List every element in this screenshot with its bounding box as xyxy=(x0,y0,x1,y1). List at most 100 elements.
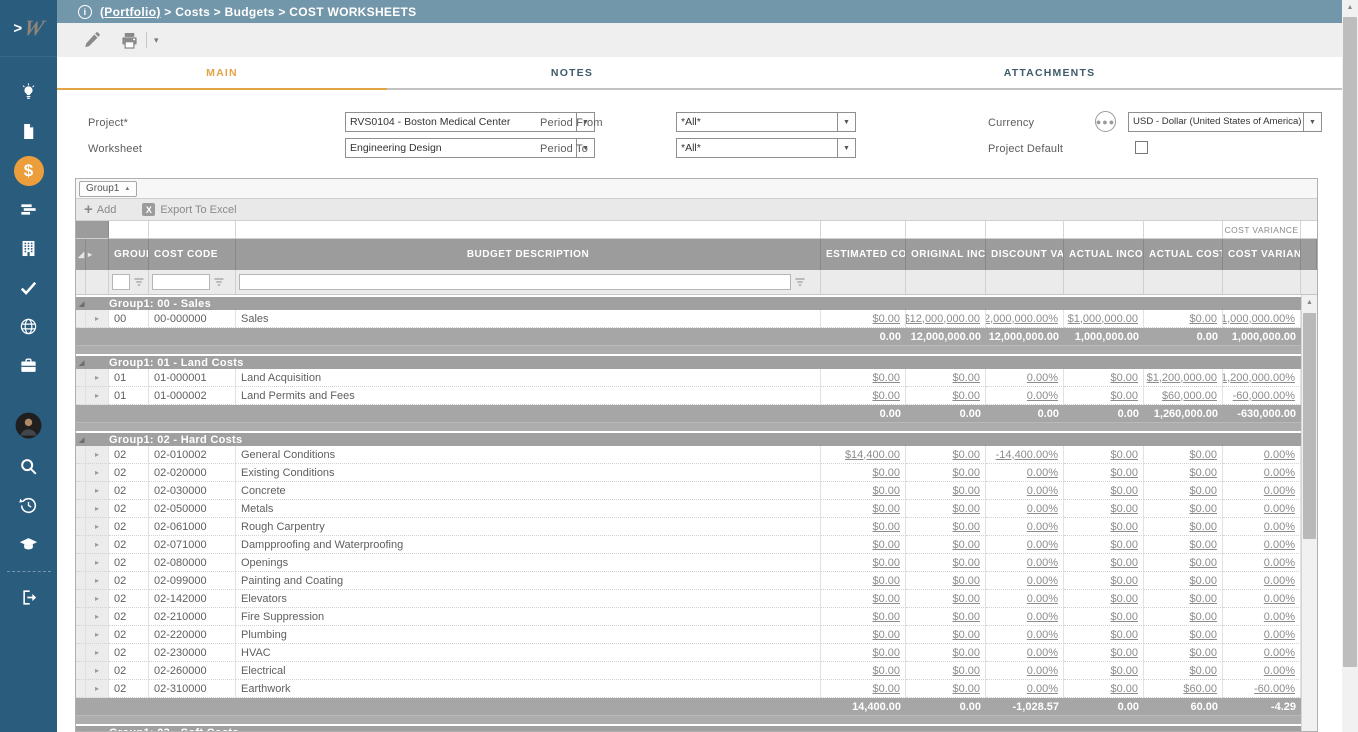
value-link[interactable]: 0.00% xyxy=(1027,503,1058,515)
sidebar-item-avatar[interactable] xyxy=(0,403,57,447)
period-from-select[interactable]: *All* ▼ xyxy=(676,112,856,132)
sidebar-item-checkmark[interactable] xyxy=(0,268,57,307)
value-link[interactable]: $0.00 xyxy=(872,521,900,533)
sidebar-item-globe[interactable] xyxy=(0,307,57,346)
column-header-actual-costs[interactable]: ACTUAL COSTS xyxy=(1144,239,1223,270)
value-link[interactable]: 0.00% xyxy=(1264,575,1295,587)
value-link[interactable]: 1,000,000.00% xyxy=(1223,313,1295,325)
value-link[interactable]: $14,400.00 xyxy=(845,449,900,461)
sidebar-item-history[interactable] xyxy=(0,486,57,525)
value-link[interactable]: 0.00% xyxy=(1027,390,1058,402)
column-header-estimated-cos[interactable]: ESTIMATED COS xyxy=(821,239,906,270)
grid-scrollbar-thumb[interactable] xyxy=(1303,313,1316,539)
scroll-up-icon[interactable]: ▲ xyxy=(1302,295,1317,310)
expand-row-icon[interactable]: ▸ xyxy=(86,644,109,662)
value-link[interactable]: 0.00% xyxy=(1027,521,1058,533)
grid-vertical-scrollbar[interactable]: ▲ xyxy=(1301,295,1317,731)
value-link[interactable]: 0.00% xyxy=(1264,647,1295,659)
value-link[interactable]: $0.00 xyxy=(1110,575,1138,587)
group-header-row[interactable]: ◢Group1: 00 - Sales xyxy=(76,295,1301,310)
edit-pencil-icon[interactable] xyxy=(83,31,102,50)
add-button[interactable]: + Add xyxy=(84,202,116,217)
sidebar-item-search[interactable] xyxy=(0,447,57,486)
value-link[interactable]: 0.00% xyxy=(1264,449,1295,461)
export-to-excel-button[interactable]: X Export To Excel xyxy=(142,203,236,216)
value-link[interactable]: 0.00% xyxy=(1264,503,1295,515)
value-link[interactable]: $0.00 xyxy=(1189,575,1217,587)
value-link[interactable]: $0.00 xyxy=(952,467,980,479)
value-link[interactable]: $0.00 xyxy=(872,665,900,677)
expand-row-icon[interactable]: ▸ xyxy=(86,500,109,518)
value-link[interactable]: 0.00% xyxy=(1027,467,1058,479)
value-link[interactable]: $0.00 xyxy=(1110,390,1138,402)
value-link[interactable]: $0.00 xyxy=(1110,647,1138,659)
value-link[interactable]: 0.00% xyxy=(1264,485,1295,497)
value-link[interactable]: 0.00% xyxy=(1027,683,1058,695)
group-filter-input[interactable] xyxy=(112,274,130,290)
tab-main[interactable]: MAIN xyxy=(57,57,387,88)
value-link[interactable]: $0.00 xyxy=(952,557,980,569)
value-link[interactable]: $0.00 xyxy=(1110,629,1138,641)
column-header-actual-incom[interactable]: ACTUAL INCOM xyxy=(1064,239,1144,270)
value-link[interactable]: $0.00 xyxy=(952,611,980,623)
value-link[interactable]: 0.00% xyxy=(1027,665,1058,677)
value-link[interactable]: $0.00 xyxy=(1189,467,1217,479)
column-header-cost-variance[interactable]: COST VARIANCE xyxy=(1223,239,1301,270)
collapse-group-icon[interactable]: ◢ xyxy=(76,300,109,308)
value-link[interactable]: $0.00 xyxy=(872,539,900,551)
description-filter-input[interactable] xyxy=(239,274,791,290)
expand-row-icon[interactable]: ▸ xyxy=(86,369,109,387)
expand-row-icon[interactable]: ▸ xyxy=(86,518,109,536)
group-header-row[interactable]: ◢Group1: 03 - Soft Costs xyxy=(76,724,1301,732)
tab-attachments[interactable]: ATTACHMENTS xyxy=(757,57,1342,88)
value-link[interactable]: $60.00 xyxy=(1183,683,1217,695)
value-link[interactable]: $0.00 xyxy=(872,683,900,695)
print-options-caret-icon[interactable]: ▾ xyxy=(151,32,162,49)
currency-options-icon[interactable]: ●●● xyxy=(1095,111,1116,132)
value-link[interactable]: $0.00 xyxy=(1110,485,1138,497)
column-header-group[interactable]: GROUP xyxy=(109,239,149,270)
value-link[interactable]: 12,000,000.00% xyxy=(986,313,1058,325)
value-link[interactable]: $0.00 xyxy=(1189,485,1217,497)
value-link[interactable]: 0.00% xyxy=(1264,557,1295,569)
value-link[interactable]: $1,200,000.00 xyxy=(1147,372,1217,384)
chevron-down-icon[interactable]: ▼ xyxy=(1303,113,1321,131)
value-link[interactable]: $0.00 xyxy=(872,372,900,384)
info-icon[interactable]: i xyxy=(78,5,92,19)
column-header-cost-code[interactable]: COST CODE xyxy=(149,239,236,270)
collapse-all-icon[interactable]: ◢ xyxy=(76,239,86,270)
value-link[interactable]: $0.00 xyxy=(1110,539,1138,551)
value-link[interactable]: 0.00% xyxy=(1027,539,1058,551)
expand-row-icon[interactable]: ▸ xyxy=(86,387,109,405)
value-link[interactable]: $0.00 xyxy=(872,503,900,515)
sidebar-item-document[interactable] xyxy=(0,112,57,151)
value-link[interactable]: $0.00 xyxy=(1110,683,1138,695)
value-link[interactable]: $0.00 xyxy=(1110,665,1138,677)
value-link[interactable]: $0.00 xyxy=(872,485,900,497)
value-link[interactable]: $0.00 xyxy=(1189,521,1217,533)
value-link[interactable]: 0.00% xyxy=(1264,611,1295,623)
value-link[interactable]: $0.00 xyxy=(952,372,980,384)
value-link[interactable]: 0.00% xyxy=(1264,593,1295,605)
value-link[interactable]: $0.00 xyxy=(952,665,980,677)
sidebar-item-lightbulb[interactable] xyxy=(0,73,57,112)
breadcrumb-portfolio-link[interactable]: (Portfolio) xyxy=(100,5,161,19)
value-link[interactable]: 0.00% xyxy=(1264,521,1295,533)
value-link[interactable]: -1,200,000.00% xyxy=(1223,372,1295,384)
value-link[interactable]: $0.00 xyxy=(872,575,900,587)
value-link[interactable]: $0.00 xyxy=(1189,503,1217,515)
value-link[interactable]: 0.00% xyxy=(1027,372,1058,384)
expand-row-icon[interactable]: ▸ xyxy=(86,464,109,482)
value-link[interactable]: $0.00 xyxy=(1110,449,1138,461)
value-link[interactable]: $60,000.00 xyxy=(1162,390,1217,402)
value-link[interactable]: 0.00% xyxy=(1264,629,1295,641)
value-link[interactable]: $0.00 xyxy=(1110,611,1138,623)
value-link[interactable]: $1,000,000.00 xyxy=(1068,313,1138,325)
value-link[interactable]: $0.00 xyxy=(1189,557,1217,569)
expand-row-icon[interactable]: ▸ xyxy=(86,572,109,590)
value-link[interactable]: 0.00% xyxy=(1027,647,1058,659)
group-header-row[interactable]: ◢Group1: 02 - Hard Costs xyxy=(76,431,1301,446)
value-link[interactable]: $0.00 xyxy=(1189,629,1217,641)
value-link[interactable]: $0.00 xyxy=(952,449,980,461)
value-link[interactable]: -60.00% xyxy=(1254,683,1295,695)
